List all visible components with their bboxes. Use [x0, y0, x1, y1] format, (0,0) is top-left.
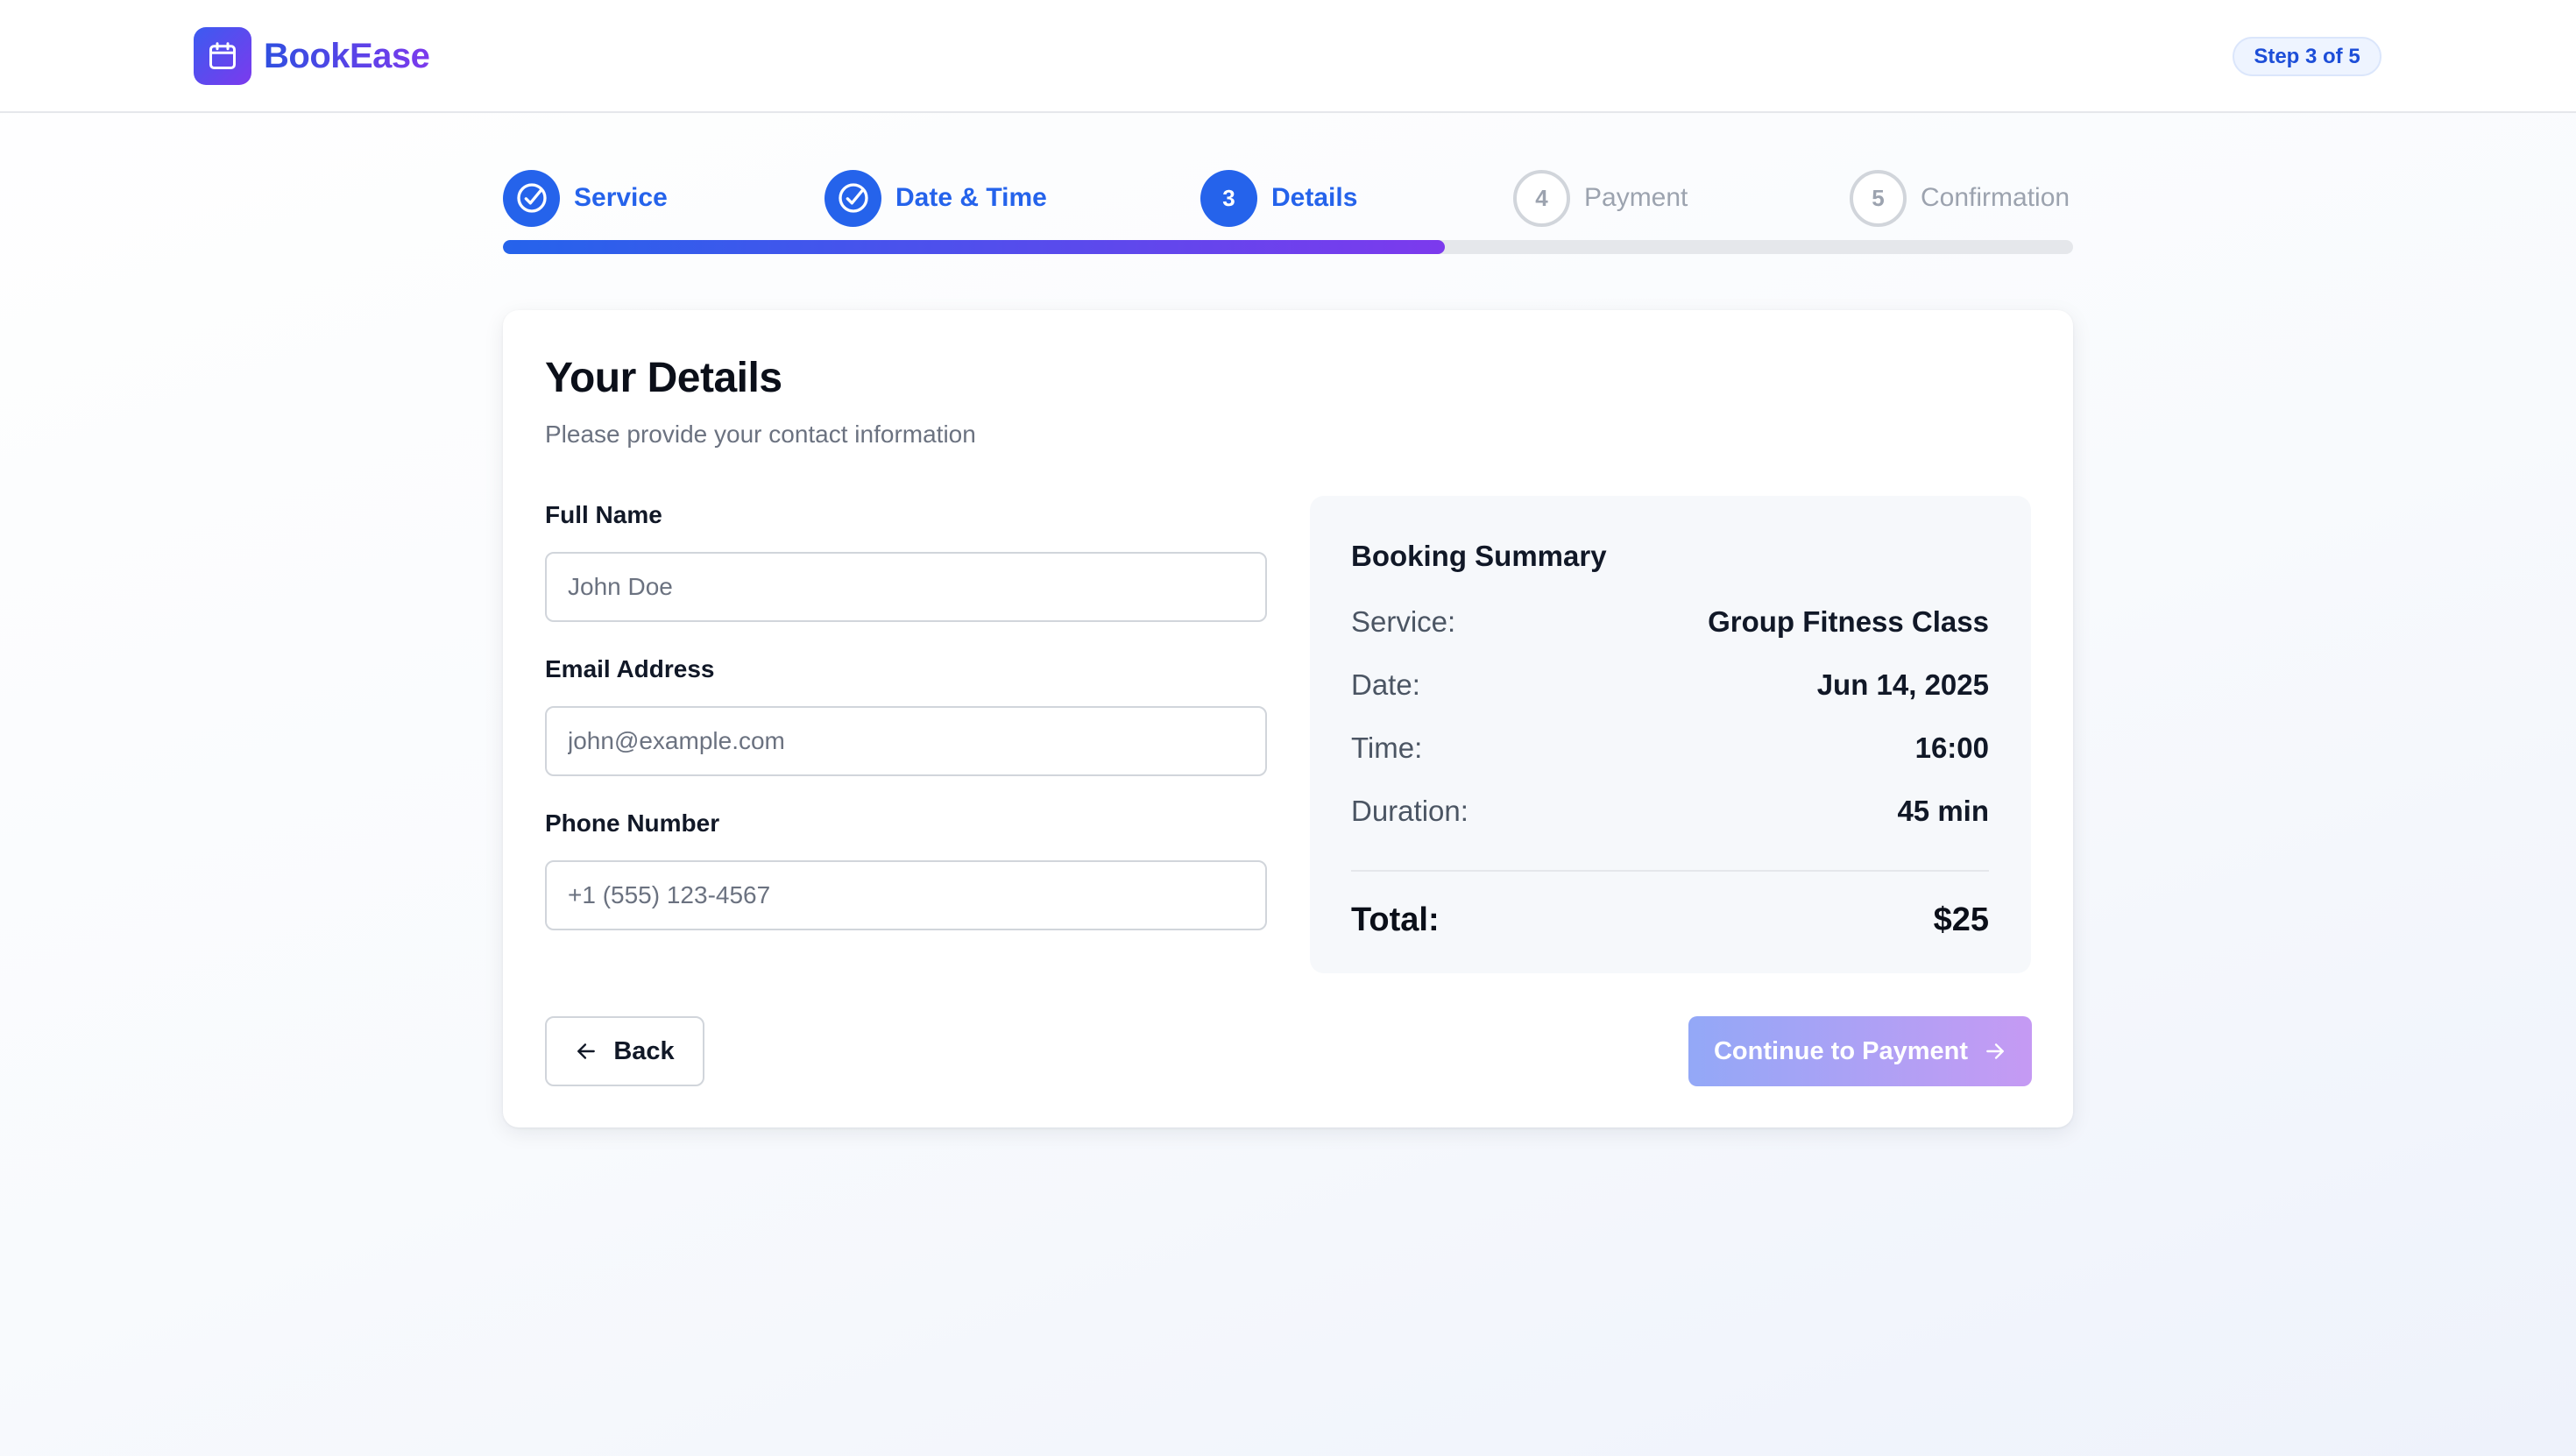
stepper-step-service[interactable]: Service [503, 169, 668, 227]
summary-divider [1351, 870, 1989, 872]
arrow-left-icon [577, 1043, 596, 1059]
check-circle-icon [824, 169, 881, 227]
summary-row-duration: Duration: 45 min [1351, 792, 1989, 830]
summary-key: Time: [1351, 732, 1423, 764]
continue-to-payment-button[interactable]: Continue to Payment [1688, 1016, 2032, 1086]
stepper-step-label: Date & Time [895, 183, 1047, 212]
stepper-step-date-time[interactable]: Date & Time [824, 169, 1047, 227]
stepper-step-label: Details [1271, 183, 1358, 212]
page-subtitle: Please provide your contact information [545, 421, 976, 448]
phone-number-input[interactable] [545, 860, 1267, 930]
booking-summary-title: Booking Summary [1351, 540, 1607, 572]
summary-value: Group Fitness Class [1708, 605, 1989, 638]
stepper-step-label: Payment [1584, 183, 1688, 212]
summary-total-row: Total: $25 [1351, 897, 1989, 943]
step-indicator-badge: Step 3 of 5 [2233, 37, 2381, 76]
phone-number-label: Phone Number [545, 809, 720, 837]
summary-row-time: Time: 16:00 [1351, 729, 1989, 767]
stepper-step-payment: 4 Payment [1513, 169, 1688, 227]
full-name-label: Full Name [545, 501, 662, 528]
step-number-badge: 4 [1513, 169, 1570, 227]
summary-row-date: Date: Jun 14, 2025 [1351, 666, 1989, 704]
summary-key: Date: [1351, 668, 1420, 701]
back-button[interactable]: Back [545, 1016, 704, 1086]
app-header: BookEase Step 3 of 5 [0, 0, 2576, 113]
email-address-input[interactable] [545, 706, 1267, 776]
details-card: Your Details Please provide your contact… [503, 310, 2073, 1127]
continue-button-label: Continue to Payment [1713, 1036, 1968, 1065]
summary-total-value: $25 [1933, 901, 1989, 938]
stepper-step-confirmation: 5 Confirmation [1850, 169, 2070, 227]
stepper-step-label: Service [574, 183, 668, 212]
summary-key: Service: [1351, 605, 1456, 638]
stepper-step-details: 3 Details [1200, 169, 1357, 227]
stepper-progress-fill [503, 240, 1446, 254]
booking-summary-panel: Booking Summary Service: Group Fitness C… [1310, 496, 2031, 973]
summary-key: Duration: [1351, 795, 1468, 827]
full-name-input[interactable] [545, 552, 1267, 622]
summary-row-service: Service: Group Fitness Class [1351, 603, 1989, 641]
step-number-badge: 5 [1850, 169, 1907, 227]
summary-total-label: Total: [1351, 901, 1440, 938]
back-button-label: Back [613, 1036, 675, 1065]
page-title: Your Details [545, 355, 782, 401]
summary-value: 16:00 [1914, 732, 1989, 764]
step-number-badge: 3 [1200, 169, 1257, 227]
check-circle-icon [503, 169, 560, 227]
app-logo-text[interactable]: BookEase [264, 30, 430, 82]
summary-value: Jun 14, 2025 [1816, 668, 1989, 701]
calendar-icon [194, 27, 251, 85]
email-address-label: Email Address [545, 655, 715, 682]
arrow-right-icon [1986, 1043, 2004, 1059]
stepper-step-label: Confirmation [1921, 183, 2070, 212]
stepper-progress-bar [503, 240, 2073, 254]
summary-value: 45 min [1897, 795, 1989, 827]
